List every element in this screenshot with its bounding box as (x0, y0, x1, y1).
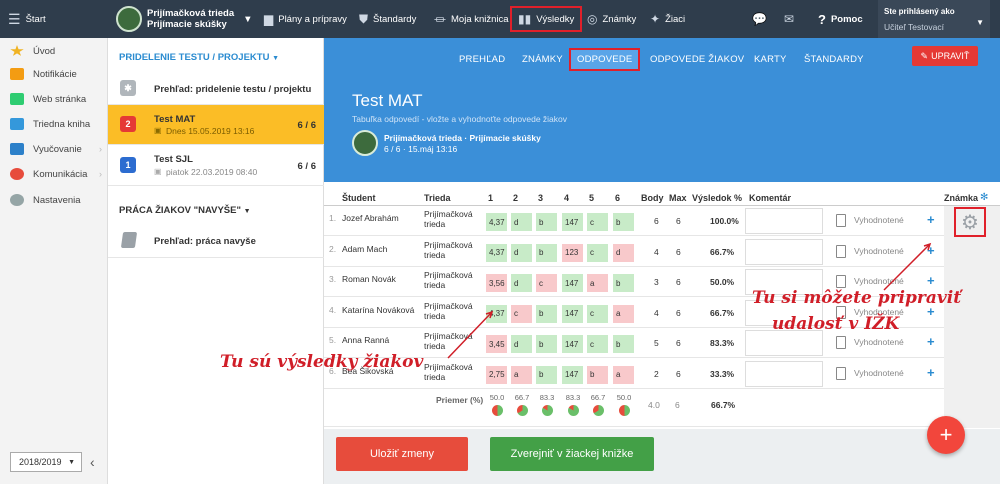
arrow-to-results (447, 311, 493, 359)
annotation-event-line1: Tu si môžete pripraviť (752, 288, 962, 308)
arrow-to-gear (883, 243, 931, 291)
annotation-event-line2: udalosť v IŽK (772, 314, 900, 334)
annotation-results: Tu sú výsledky žiakov (220, 352, 424, 372)
annotation-arrows (447, 242, 932, 359)
